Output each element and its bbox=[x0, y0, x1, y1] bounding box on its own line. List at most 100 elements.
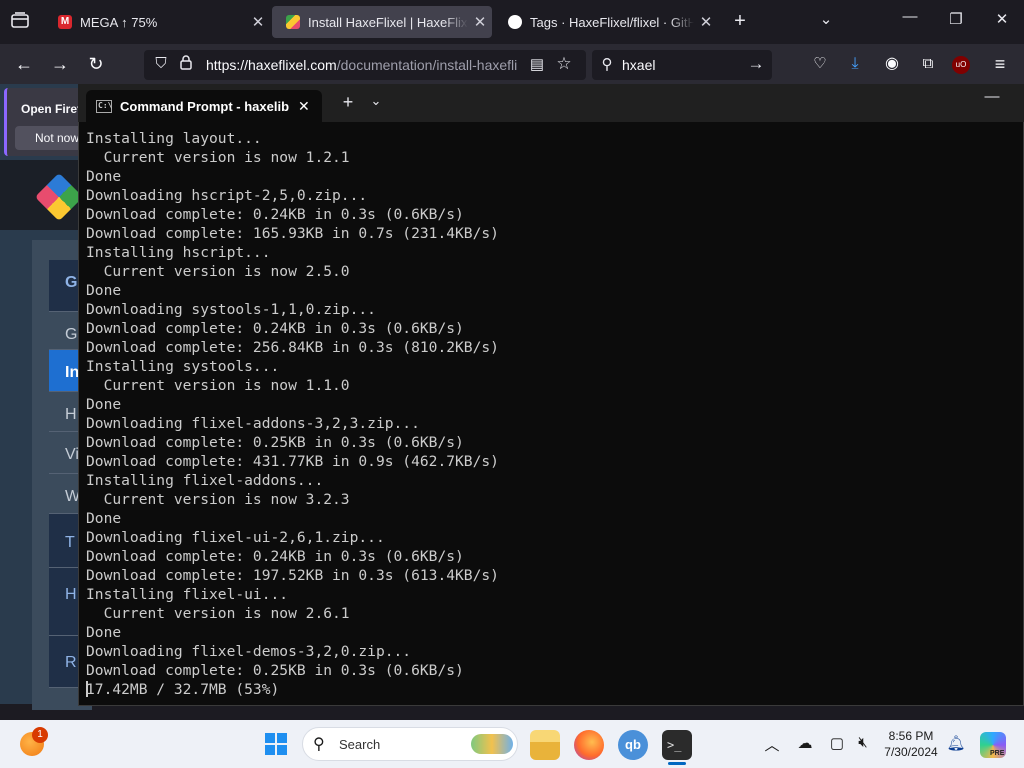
sidebar-item-label: R bbox=[65, 654, 77, 671]
terminal-tab-title: Command Prompt - haxelib r bbox=[120, 98, 290, 114]
show-hidden-icons-chevron-icon[interactable]: ︿ bbox=[762, 734, 782, 755]
sidebar-item-label: Vi bbox=[65, 446, 79, 463]
clock-date: 7/30/2024 bbox=[884, 745, 938, 759]
terminal-line: Done bbox=[86, 510, 122, 527]
firefox-notification-panel: Open Firef Not now bbox=[4, 88, 85, 156]
restore-window-icon[interactable]: ❐ bbox=[944, 10, 968, 28]
minimize-window-icon[interactable]: — bbox=[898, 8, 922, 25]
terminal-line: Downloading systools-1,1,0.zip... bbox=[86, 301, 376, 318]
account-icon[interactable]: ◉ bbox=[880, 52, 904, 76]
terminal-tab-command-prompt[interactable]: C:\ Command Prompt - haxelib r ✕ bbox=[86, 90, 322, 122]
menu-hamburger-icon[interactable]: ≡ bbox=[988, 52, 1012, 76]
qbittorrent-icon[interactable]: qb bbox=[618, 730, 648, 760]
new-terminal-tab-icon[interactable]: + bbox=[336, 92, 360, 113]
terminal-line: Download complete: 0.25KB in 0.3s (0.6KB… bbox=[86, 434, 464, 451]
sidebar-item-label: H bbox=[65, 586, 77, 603]
terminal-active-indicator bbox=[668, 762, 686, 765]
terminal-line: Done bbox=[86, 624, 122, 641]
download-icon[interactable]: ⤓ bbox=[843, 52, 867, 76]
search-icon: ⚲ bbox=[313, 736, 325, 753]
search-input[interactable]: hxael bbox=[622, 57, 655, 73]
tab-label: Install HaxeFlixel | HaxeFlixel - 2 bbox=[308, 14, 468, 30]
pocket-icon[interactable]: ♡ bbox=[808, 52, 832, 76]
terminal-app-icon[interactable]: >_ bbox=[662, 730, 692, 760]
terminal-line: Downloading flixel-demos-3,2,0.zip... bbox=[86, 643, 412, 660]
sidebar-item-label: H bbox=[65, 406, 77, 423]
search-icon: ⚲ bbox=[601, 56, 613, 73]
tab-github-tags[interactable]: Tags · HaxeFlixel/flixel · GitHub ✕ bbox=[494, 6, 718, 38]
taskbar-search-box[interactable]: ⚲ Search bbox=[302, 727, 518, 761]
terminal-line: Downloading flixel-ui-2,6,1.zip... bbox=[86, 529, 385, 546]
tab-label: Tags · HaxeFlixel/flixel · GitHub bbox=[530, 14, 694, 30]
extensions-icon[interactable]: ⧉ bbox=[916, 52, 940, 76]
terminal-line: Download complete: 256.84KB in 0.3s (810… bbox=[86, 339, 499, 356]
notification-title: Open Firef bbox=[21, 102, 82, 116]
start-windows-icon[interactable] bbox=[264, 732, 288, 756]
close-tab-icon[interactable]: ✕ bbox=[298, 98, 310, 115]
clock-time: 8:56 PM bbox=[888, 729, 934, 743]
close-tab-icon[interactable]: ✕ bbox=[246, 13, 270, 31]
shield-tracking-protection-icon[interactable]: ⛉ bbox=[152, 55, 170, 72]
bookmark-star-icon[interactable]: ☆ bbox=[554, 54, 574, 74]
close-window-icon[interactable]: ✕ bbox=[990, 10, 1014, 28]
sidebar-item-label: G bbox=[65, 326, 78, 343]
terminal-line: Download complete: 0.25KB in 0.3s (0.6KB… bbox=[86, 662, 464, 679]
terminal-line: Installing flixel-ui... bbox=[86, 586, 289, 603]
terminal-line: Installing flixel-addons... bbox=[86, 472, 324, 489]
close-tab-icon[interactable]: ✕ bbox=[468, 13, 492, 31]
ublock-origin-icon[interactable]: uO bbox=[952, 56, 970, 74]
tab-label: MEGA ↑ 75% bbox=[80, 14, 158, 30]
notification-bell-icon[interactable]: 🔔︎ bbox=[946, 734, 966, 752]
go-arrow-icon[interactable]: → bbox=[746, 54, 766, 74]
reader-view-icon[interactable]: ▤ bbox=[528, 55, 546, 73]
not-now-button[interactable]: Not now bbox=[15, 126, 85, 150]
firefox-icon[interactable] bbox=[574, 730, 604, 760]
close-tab-icon[interactable]: ✕ bbox=[694, 13, 718, 31]
back-arrow-icon[interactable]: ← bbox=[12, 52, 36, 76]
github-favicon-icon bbox=[508, 15, 522, 29]
tab-overview-icon[interactable] bbox=[8, 12, 32, 34]
search-box[interactable]: ⚲ hxael → bbox=[592, 50, 772, 80]
terminal-line: Downloading hscript-2,5,0.zip... bbox=[86, 187, 368, 204]
list-all-tabs-icon[interactable]: ⌄ bbox=[814, 10, 838, 28]
notification-count-badge: 1 bbox=[32, 727, 48, 743]
terminal-line: Installing layout... bbox=[86, 130, 262, 147]
search-highlight-icon bbox=[471, 734, 513, 754]
terminal-output[interactable]: Installing layout... Current version is … bbox=[86, 129, 1016, 699]
volume-muted-icon[interactable]: 🔇︎ bbox=[852, 734, 874, 751]
terminal-line: Current version is now 1.2.1 bbox=[86, 149, 350, 166]
url-domain: https://haxeflixel.com bbox=[206, 57, 337, 73]
terminal-line: Download complete: 0.24KB in 0.3s (0.6KB… bbox=[86, 206, 464, 223]
terminal-line: Download complete: 197.52KB in 0.3s (613… bbox=[86, 567, 499, 584]
reload-icon[interactable]: ↻ bbox=[84, 52, 108, 76]
tab-install-haxeflixel[interactable]: Install HaxeFlixel | HaxeFlixel - 2 ✕ bbox=[272, 6, 492, 38]
haxeflixel-favicon-icon bbox=[286, 15, 300, 29]
url-path: /documentation/install-haxefli bbox=[336, 57, 518, 73]
terminal-line: Current version is now 2.5.0 bbox=[86, 263, 350, 280]
terminal-dropdown-icon[interactable]: ⌄ bbox=[366, 93, 386, 109]
mega-favicon-icon: M bbox=[58, 15, 72, 29]
url-text: https://haxeflixel.com/documentation/ins… bbox=[206, 57, 520, 73]
terminal-line: Download complete: 0.24KB in 0.3s (0.6KB… bbox=[86, 320, 464, 337]
terminal-line: Current version is now 1.1.0 bbox=[86, 377, 350, 394]
cmd-prompt-icon: C:\ bbox=[96, 99, 112, 113]
terminal-tab-bar: C:\ Command Prompt - haxelib r ✕ + ⌄ — bbox=[78, 84, 1024, 122]
system-clock[interactable]: 8:56 PM 7/30/2024 bbox=[880, 728, 942, 760]
network-offline-icon[interactable]: ☁ bbox=[794, 734, 816, 752]
copilot-preview-badge: PRE bbox=[990, 750, 1005, 757]
tab-mega[interactable]: M MEGA ↑ 75% ✕ bbox=[44, 6, 270, 38]
haxeflixel-logo[interactable] bbox=[34, 172, 84, 222]
minimize-terminal-icon[interactable]: — bbox=[980, 88, 1004, 105]
file-explorer-icon[interactable] bbox=[530, 730, 560, 760]
terminal-line: Done bbox=[86, 396, 122, 413]
new-tab-icon[interactable]: + bbox=[728, 10, 752, 33]
forward-arrow-icon[interactable]: → bbox=[48, 52, 72, 76]
taskbar-search-placeholder: Search bbox=[339, 737, 381, 752]
terminal-line: Current version is now 2.6.1 bbox=[86, 605, 350, 622]
terminal-line: Installing hscript... bbox=[86, 244, 271, 261]
display-icon[interactable]: ▢ bbox=[826, 734, 848, 752]
terminal-line: Download complete: 165.93KB in 0.7s (231… bbox=[86, 225, 499, 242]
lock-icon[interactable] bbox=[178, 55, 194, 74]
terminal-line: Downloading flixel-addons-3,2,3.zip... bbox=[86, 415, 420, 432]
address-bar[interactable]: ⛉ https://haxeflixel.com/documentation/i… bbox=[144, 50, 586, 80]
